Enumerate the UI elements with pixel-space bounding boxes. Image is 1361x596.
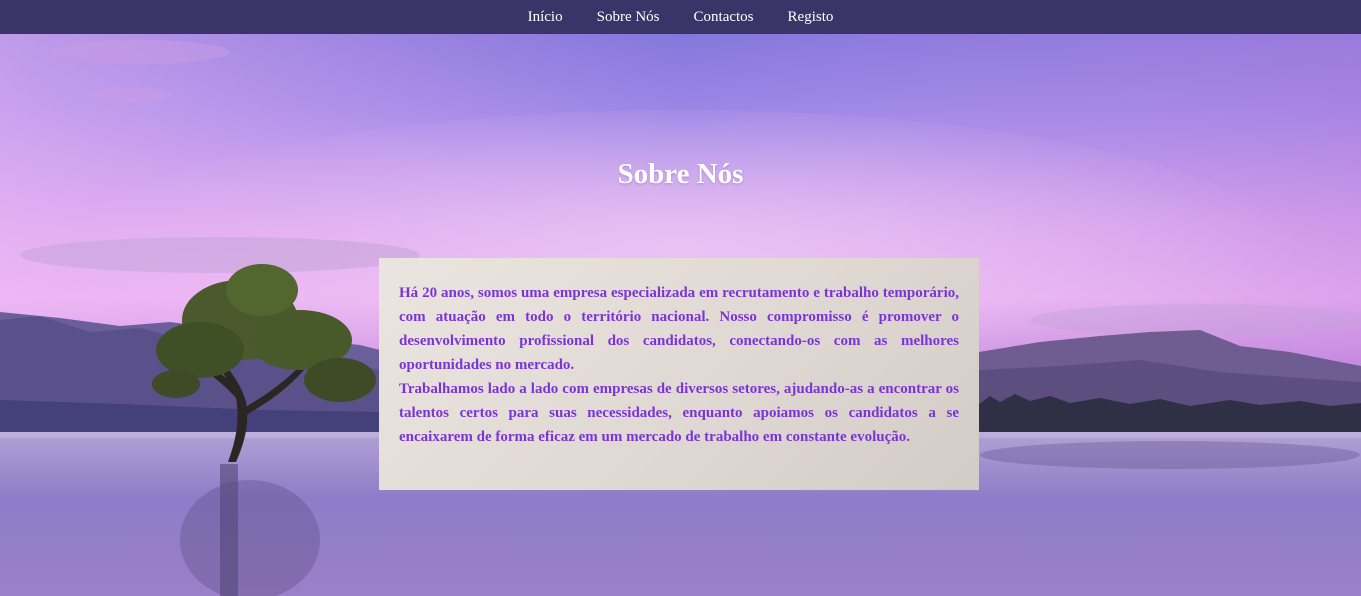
about-paragraph-history: Há 20 anos, somos uma empresa especializ… [399, 285, 959, 373]
nav-link-contactos[interactable]: Contactos [694, 2, 754, 32]
nav-link-inicio[interactable]: Início [528, 2, 563, 32]
page-title: Sobre Nós [617, 158, 744, 190]
top-navigation-bar: Início Sobre Nós Contactos Registo [0, 0, 1361, 34]
nav-link-registo[interactable]: Registo [788, 2, 834, 32]
nav-link-sobre-nos[interactable]: Sobre Nós [597, 2, 660, 32]
about-card: Há 20 anos, somos uma empresa especializ… [379, 258, 979, 490]
about-paragraph-mission: Trabalhamos lado a lado com empresas de … [399, 381, 959, 445]
